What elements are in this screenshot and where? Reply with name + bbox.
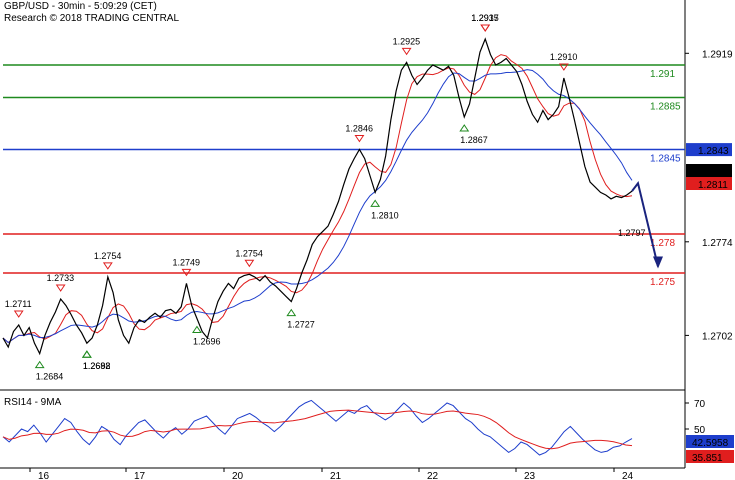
swing-low-marker-5: [370, 199, 381, 207]
rsi-line: [2, 399, 633, 456]
date-label-2: 20: [232, 471, 244, 480]
forecast-arrow-head: [653, 256, 663, 269]
level-label-4: 1.275: [650, 277, 675, 288]
date-label-6: 24: [622, 471, 634, 480]
swing-low-marker-2: [81, 350, 92, 358]
rsi-ma-line: [2, 409, 633, 450]
swing-low-label-3: 1.2696: [193, 337, 221, 347]
swing-high-marker-4: [244, 259, 255, 268]
swing-low-label-4: 1.2727: [287, 320, 315, 330]
target-label: 1.2797: [618, 228, 646, 238]
level-label-1: 1.2885: [650, 102, 681, 113]
price-badge-label-0: 1.2843: [698, 146, 729, 157]
price-tick-label-1: 1.2774: [702, 238, 733, 249]
price-badges: 1.2843 1.2813 1.2811: [686, 143, 732, 191]
price-axis: 1.2919 1.2774 1.2702: [685, 49, 733, 342]
rsi-badge-label-0: 42.5958: [692, 438, 729, 449]
price-chart: 1.2911.28851.28451.2781.275 1.27111.2733…: [0, 0, 734, 480]
date-label-1: 17: [134, 471, 146, 480]
swing-low-label-2: 1.2692: [83, 361, 111, 371]
swing-high-marker-8: [480, 24, 491, 32]
swing-high-label-8: 1.2937: [471, 13, 499, 23]
price-layer: [2, 37, 633, 356]
swing-low-label-5: 1.2810: [371, 210, 399, 220]
swing-high-label-3: 1.2749: [172, 257, 200, 267]
price-tick-label-0: 1.2919: [702, 49, 733, 60]
rsi-label: RSI14 - 9MA: [4, 397, 62, 408]
swing-low-label-0: 1.2684: [36, 372, 64, 382]
rsi-badge-label-1: 35.851: [692, 453, 723, 464]
annotations-layer: 1.2711 1.2733 1.2754 1.2749 1.2754 1.2846 1.29…: [5, 13, 646, 382]
level-label-0: 1.291: [650, 69, 675, 80]
forecast-arrow-line: [631, 181, 659, 267]
date-label-5: 23: [524, 471, 536, 480]
swing-low-marker-3: [192, 325, 202, 333]
swing-high-marker-1: [55, 284, 66, 292]
rsi-tick-label-1: 50: [694, 425, 706, 436]
price-tick-label-2: 1.2702: [702, 331, 733, 342]
swing-high-marker-2: [102, 262, 113, 270]
price-badge-label-1: 1.2813: [698, 167, 729, 178]
date-label-4: 22: [427, 471, 439, 480]
swing-low-label-6: 1.2867: [460, 135, 488, 145]
swing-high-marker-5: [354, 135, 365, 143]
swing-low-marker-6: [459, 124, 470, 132]
forecast-layer: [631, 181, 663, 269]
swing-high-label-2: 1.2754: [94, 251, 122, 261]
date-label-0: 16: [38, 471, 50, 480]
swing-high-label-5: 1.2846: [345, 124, 373, 134]
swing-high-label-4: 1.2754: [235, 248, 263, 258]
ma-slow-line: [2, 69, 633, 344]
swing-high-label-9: 1.2910: [550, 52, 578, 62]
price-badge-label-2: 1.2811: [698, 180, 728, 191]
rsi-panel: RSI14 - 9MA 70 50 42.5958 35.851: [2, 397, 734, 464]
swing-high-marker-0: [13, 310, 24, 318]
swing-low-marker-4: [286, 308, 297, 317]
swing-high-label-1: 1.2733: [47, 273, 75, 283]
rsi-tick-label-0: 70: [694, 399, 706, 410]
price-line: [2, 37, 633, 356]
swing-high-label-6: 1.2925: [393, 36, 421, 46]
date-axis: 16 17 20 21 22 23 24: [29, 468, 634, 480]
level-label-2: 1.2845: [650, 154, 681, 165]
swing-low-marker-0: [34, 360, 45, 369]
swing-high-label-0: 1.2711: [5, 299, 32, 309]
swing-high-marker-6: [401, 47, 412, 56]
date-label-3: 21: [330, 471, 342, 480]
